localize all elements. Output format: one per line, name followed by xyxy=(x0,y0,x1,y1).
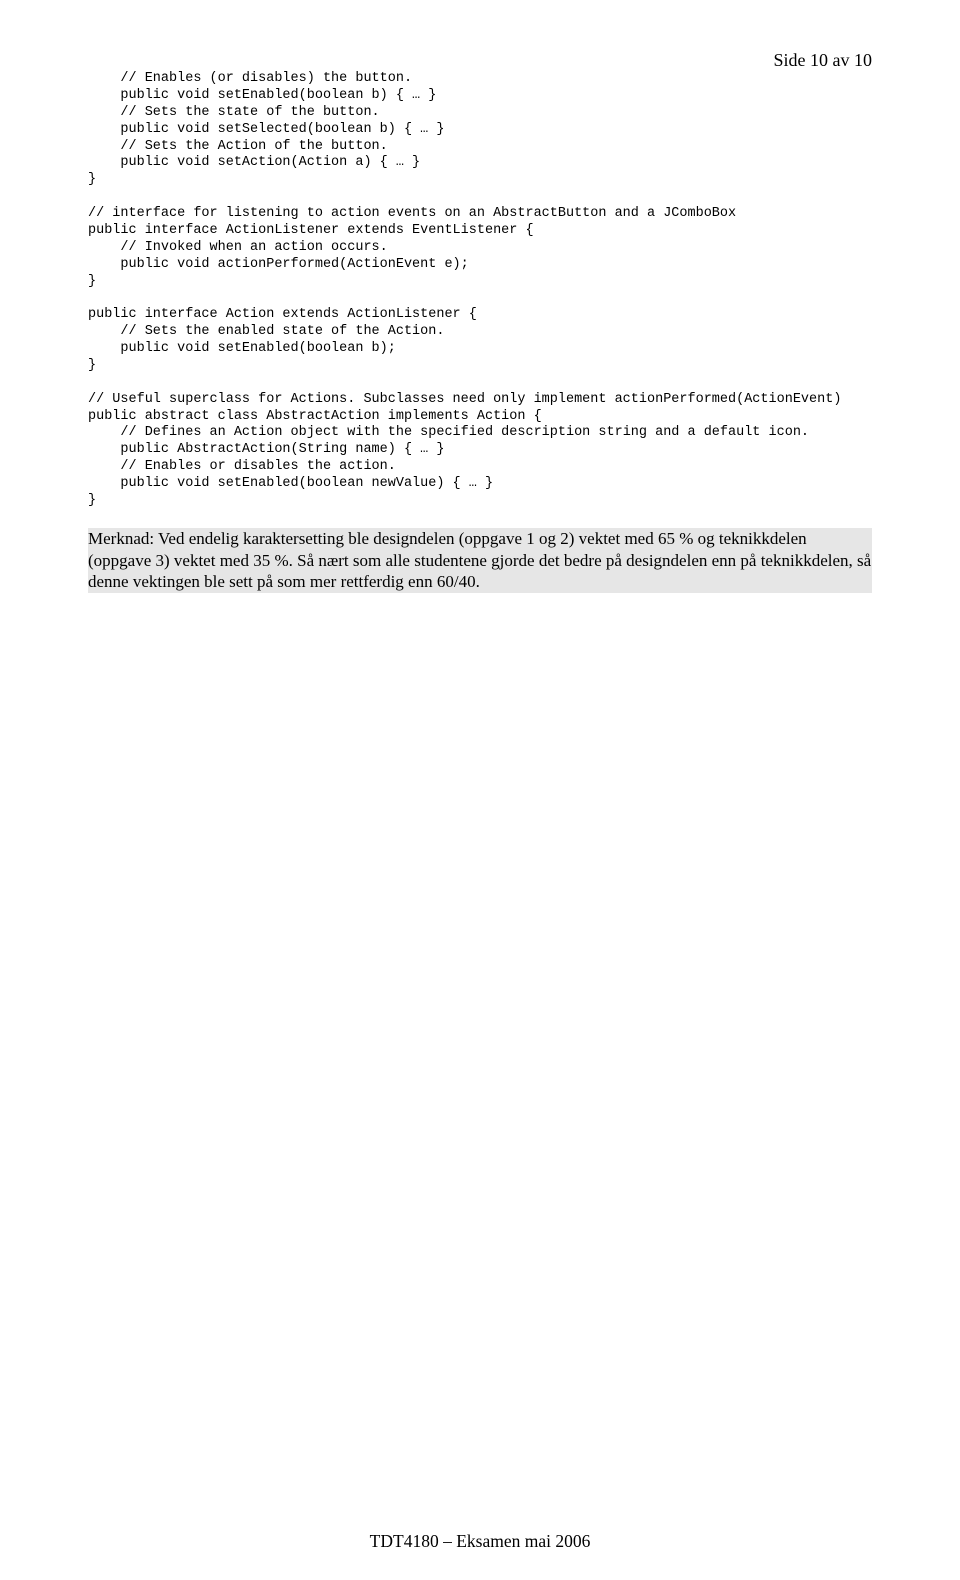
page-number: Side 10 av 10 xyxy=(88,50,872,71)
page-footer: TDT4180 – Eksamen mai 2006 xyxy=(0,1531,960,1552)
code-block: // Enables (or disables) the button. pub… xyxy=(88,71,872,510)
remark-note: Merknad: Ved endelig karaktersetting ble… xyxy=(88,528,872,593)
